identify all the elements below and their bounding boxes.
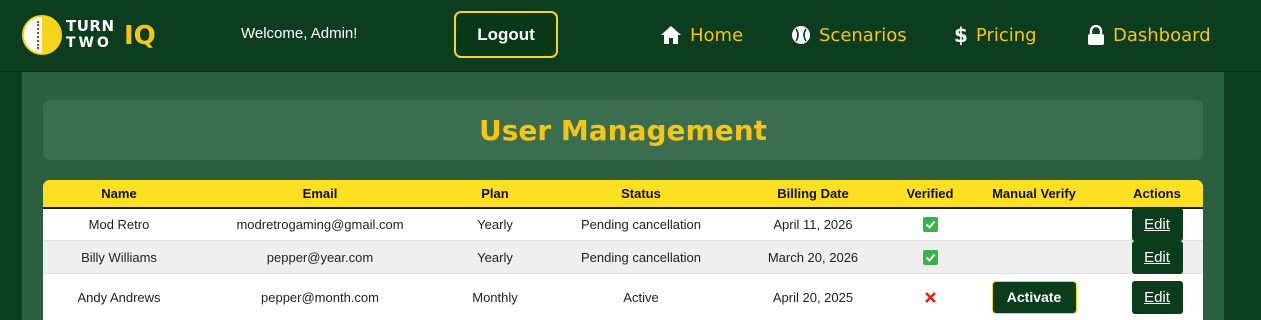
table-row: Mod Retro modretrogaming@gmail.com Yearl… — [43, 208, 1203, 241]
welcome-text: Welcome, Admin! — [241, 25, 358, 42]
nav-home-label: Home — [690, 24, 744, 46]
nav-scenarios-label: Scenarios — [819, 24, 907, 46]
cell-verified — [889, 274, 971, 320]
table-row: Andy Andrews pepper@month.com Monthly Ac… — [43, 274, 1203, 320]
table-header: Name Email Plan Status Billing Date Veri… — [43, 180, 1203, 209]
column-header-actions: Actions — [1133, 186, 1181, 201]
cell-plan: Yearly — [477, 217, 513, 232]
cell-email: pepper@month.com — [261, 289, 379, 305]
cell-status: Active — [623, 289, 659, 305]
brand-suffix: IQ — [124, 21, 156, 51]
nav-scenarios[interactable]: Scenarios — [791, 22, 907, 48]
logout-button[interactable]: Logout — [454, 11, 558, 58]
cell-billing-date: March 20, 2026 — [767, 249, 859, 265]
nav-home[interactable]: Home — [660, 22, 743, 48]
table-row: Billy Williams pepper@year.com Yearly Pe… — [43, 240, 1203, 274]
column-header-verified: Verified — [906, 186, 954, 201]
cell-actions: Edit — [1097, 274, 1203, 320]
cell-email: modretrogaming@gmail.com — [236, 217, 404, 232]
column-header-manual-verify: Manual Verify — [992, 186, 1076, 201]
activate-button[interactable]: Activate — [991, 280, 1077, 314]
lock-icon — [1087, 25, 1105, 45]
nav-dashboard-label: Dashboard — [1113, 24, 1211, 46]
cell-name: Mod Retro — [88, 217, 150, 232]
cell-status: Pending cancellation — [581, 249, 701, 265]
column-header-email: Email — [302, 186, 338, 201]
cell-plan: Yearly — [477, 249, 513, 265]
cell-manual-verify: Activate — [971, 274, 1097, 320]
nav-dashboard[interactable]: Dashboard — [1087, 22, 1211, 48]
nav-pricing[interactable]: $ Pricing — [954, 22, 1037, 48]
cell-actions: Edit — [1097, 208, 1203, 241]
baseball-icon — [791, 25, 811, 45]
right-strip — [1224, 72, 1261, 320]
title-card: User Management — [43, 100, 1203, 160]
cell-actions: Edit — [1097, 240, 1203, 274]
column-header-status: Status — [621, 186, 661, 201]
main-content: User Management Name Email Plan Status B… — [22, 72, 1224, 320]
home-icon — [660, 25, 682, 45]
edit-button[interactable]: Edit — [1131, 208, 1183, 241]
brand-logo[interactable]: TURN TWO IQ — [22, 15, 157, 55]
cell-billing-date: April 11, 2026 — [773, 217, 853, 232]
cell-email: pepper@year.com — [266, 249, 374, 265]
cell-billing-date: April 20, 2025 — [772, 289, 854, 305]
edit-button[interactable]: Edit — [1131, 280, 1183, 314]
checkmark-icon — [922, 249, 938, 265]
edit-button[interactable]: Edit — [1131, 240, 1183, 274]
cell-plan: Monthly — [472, 289, 518, 305]
column-header-plan: Plan — [481, 186, 509, 201]
cell-manual-verify — [971, 241, 1097, 273]
cell-name: Billy Williams — [81, 249, 157, 265]
cell-verified — [889, 209, 971, 240]
column-header-name: Name — [101, 186, 137, 201]
brand-line1: TURN — [66, 17, 115, 35]
page-title: User Management — [478, 113, 768, 147]
cell-manual-verify — [971, 209, 1097, 240]
checkmark-icon — [922, 217, 938, 232]
cell-name: Andy Andrews — [77, 289, 161, 305]
user-table: Name Email Plan Status Billing Date Veri… — [43, 180, 1203, 320]
cell-status: Pending cancellation — [581, 217, 701, 232]
nav-pricing-label: Pricing — [975, 24, 1037, 46]
brand-line2: TWO — [66, 35, 112, 51]
cell-verified — [889, 241, 971, 273]
baseball-icon — [22, 15, 62, 55]
dollar-icon: $ — [954, 23, 968, 47]
navbar: TURN TWO IQ Welcome, Admin! Logout Home … — [0, 0, 1261, 72]
column-header-billing-date: Billing Date — [777, 186, 849, 201]
cross-icon — [923, 290, 938, 305]
